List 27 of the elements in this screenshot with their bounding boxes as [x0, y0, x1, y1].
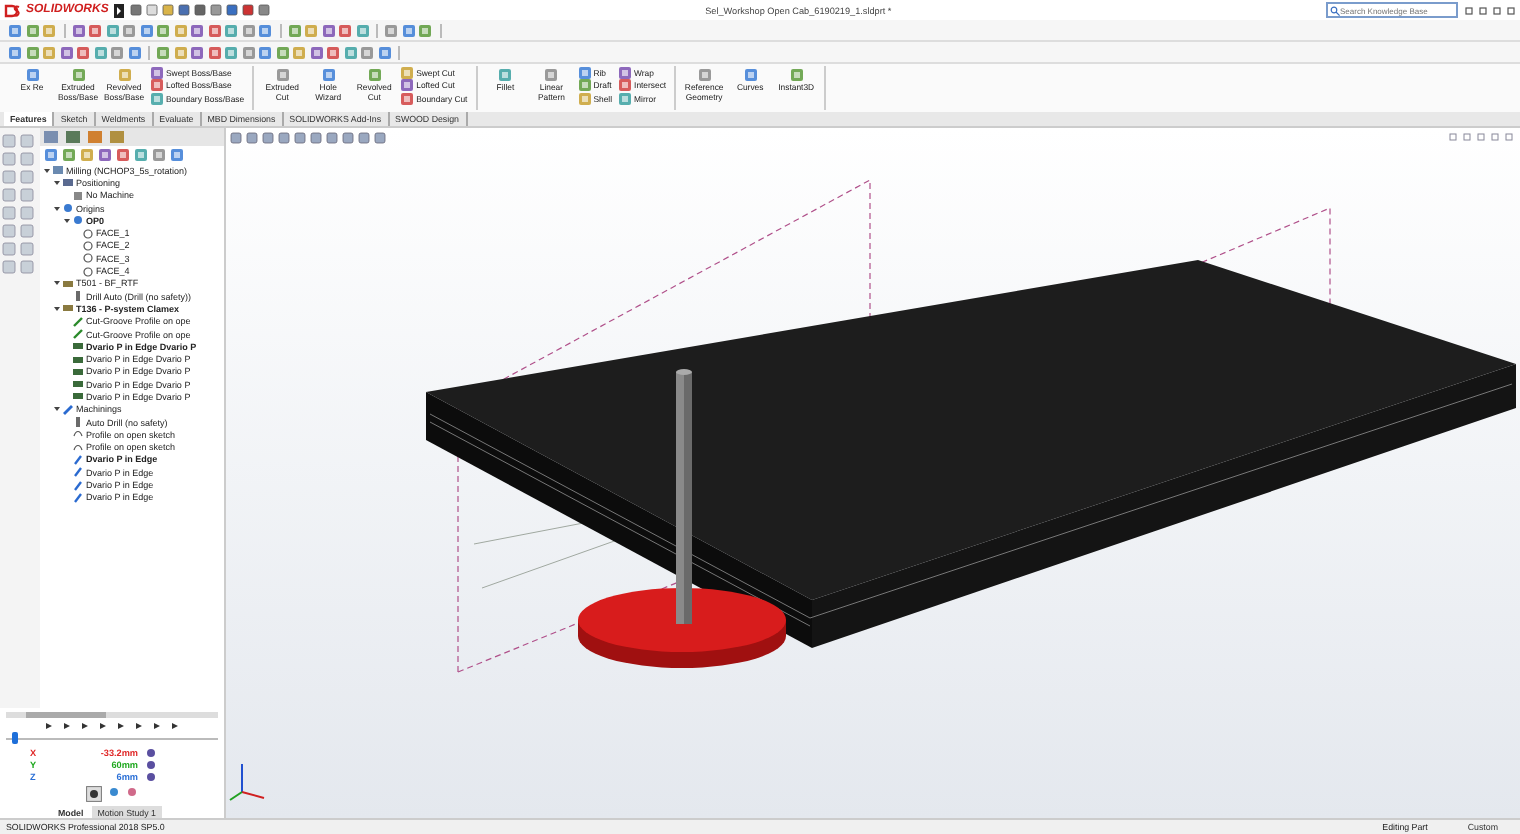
- expand-caret-icon[interactable]: [54, 406, 60, 413]
- tool-icon[interactable]: [743, 68, 758, 82]
- drill-icon: [72, 416, 84, 429]
- feature-tree-icon[interactable]: [42, 130, 60, 144]
- expand-caret-icon[interactable]: [54, 305, 60, 312]
- scrollbar[interactable]: [6, 711, 218, 717]
- expand-caret-icon[interactable]: [54, 179, 60, 186]
- search-icon: [1330, 5, 1340, 15]
- tool-icon[interactable]: [789, 68, 804, 82]
- expand-caret-icon[interactable]: [54, 205, 60, 212]
- tool-icon[interactable]: [498, 68, 513, 82]
- property-icon[interactable]: [64, 130, 82, 144]
- logo-icon: [4, 3, 20, 17]
- machine-icon: [72, 189, 84, 202]
- machining-icon: [62, 403, 74, 416]
- reset-button-icon[interactable]: [86, 786, 102, 802]
- part-icon: [52, 164, 64, 177]
- slider-thumb[interactable]: [11, 732, 18, 744]
- scroll-thumb[interactable]: [26, 711, 106, 717]
- cam-icon[interactable]: [108, 130, 126, 144]
- expand-caret-icon[interactable]: [64, 217, 70, 224]
- tool-icon[interactable]: [697, 68, 712, 82]
- expand-caret-icon[interactable]: [54, 280, 60, 287]
- tool-icon[interactable]: [544, 68, 559, 82]
- axis-triad-icon: [229, 763, 265, 801]
- menu-toggle-icon[interactable]: [114, 3, 125, 17]
- play-icon[interactable]: [152, 721, 162, 729]
